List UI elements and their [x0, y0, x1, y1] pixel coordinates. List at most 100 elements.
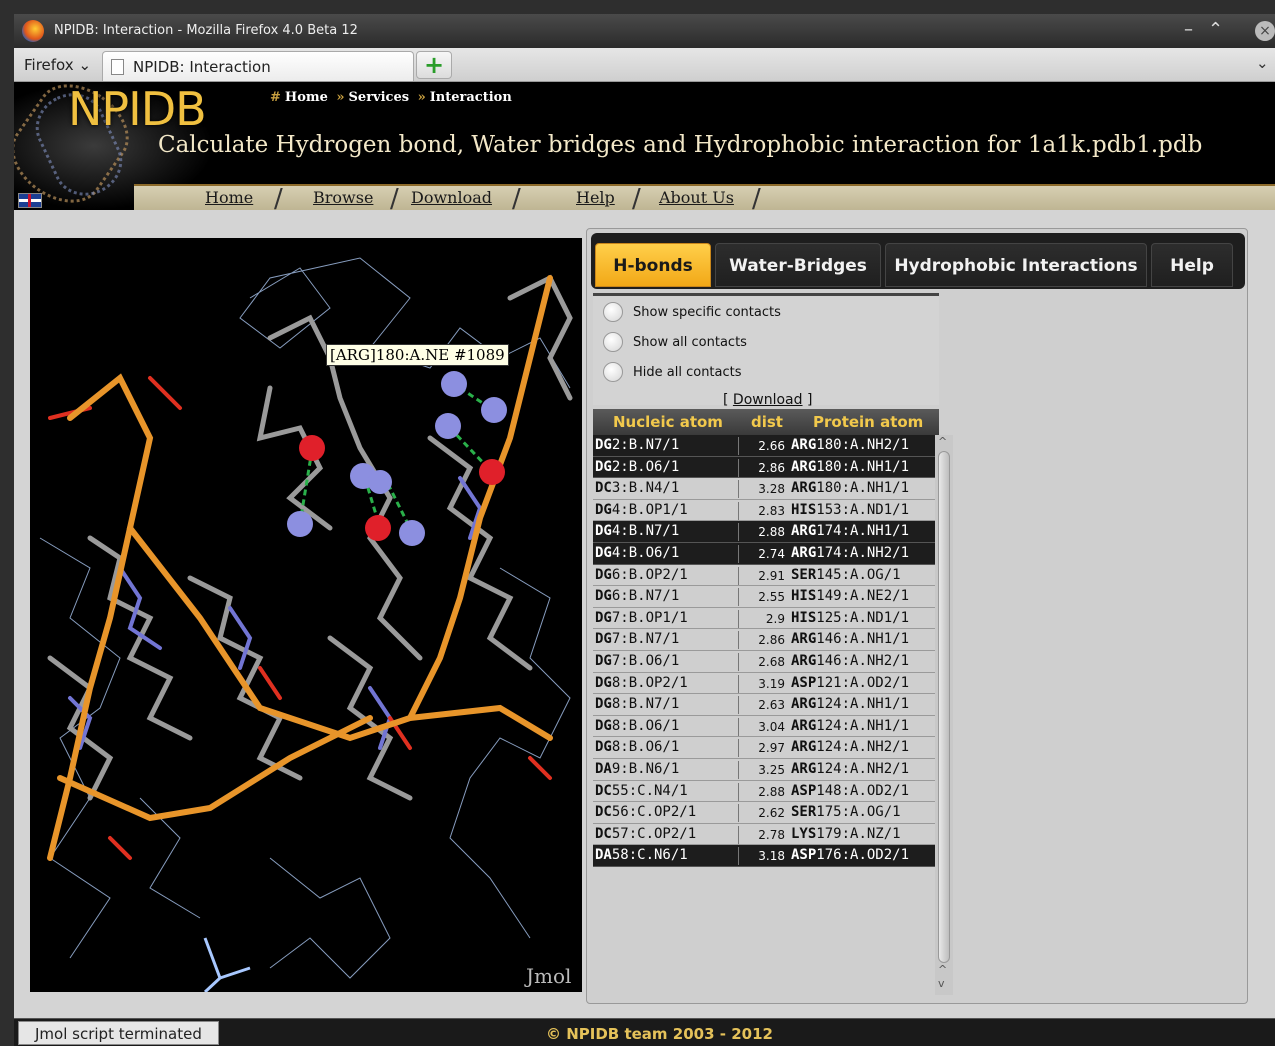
- status-bar: Jmol script terminated © NPIDB team 2003…: [14, 1018, 1275, 1046]
- download-link-text[interactable]: Download: [733, 392, 803, 408]
- scrollbar-thumb[interactable]: [938, 451, 950, 963]
- col-dist[interactable]: dist: [751, 413, 783, 431]
- dist-cell: 2.66: [758, 439, 785, 453]
- nav-help[interactable]: Help: [576, 188, 615, 207]
- site-logo[interactable]: NPIDB: [68, 82, 207, 136]
- table-row[interactable]: DG7:B.N7/1 2.86 ARG146:A.NH1/1: [593, 629, 939, 651]
- dist-cell: 3.18: [758, 849, 785, 864]
- dist-cell: 3.19: [758, 676, 785, 691]
- breadcrumb-home[interactable]: Home: [285, 90, 328, 105]
- option-hide-contacts[interactable]: Hide all contacts: [603, 362, 742, 382]
- tab-help[interactable]: Help: [1151, 243, 1233, 287]
- table-row[interactable]: DG7:B.O6/1 2.68 ARG146:A.NH2/1: [593, 651, 939, 673]
- nav-home[interactable]: Home: [205, 188, 253, 207]
- browser-tab[interactable]: NPIDB: Interaction: [102, 51, 414, 81]
- firefox-menu-button[interactable]: Firefox ⌄: [24, 56, 91, 74]
- nav-divider: /: [274, 184, 283, 214]
- table-row[interactable]: DG2:B.N7/1 2.66 ARG180:A.NH2/1: [593, 435, 939, 457]
- option-all-contacts[interactable]: Show all contacts: [603, 332, 747, 352]
- scroll-up-icon[interactable]: ^: [938, 963, 947, 976]
- radio-button[interactable]: [603, 332, 623, 352]
- table-row[interactable]: DG4:B.N7/1 2.88 ARG174:A.NH1/1: [593, 521, 939, 543]
- nav-browse[interactable]: Browse: [313, 188, 373, 207]
- table-row[interactable]: DG4:B.OP1/1 2.83 HIS153:A.ND1/1: [593, 500, 939, 522]
- nucleic-atom-cell: DG8:B.N7/1: [595, 696, 739, 715]
- nav-about-us[interactable]: About Us: [659, 188, 734, 207]
- nucleic-atom-cell: DG7:B.OP1/1: [595, 609, 739, 628]
- protein-atom-cell: ARG146:A.NH1/1: [791, 631, 910, 648]
- site-header: NPIDB # Home » Services » Interaction Calcu…: [14, 82, 1275, 220]
- site-footer: © NPIDB team 2003 - 2012: [546, 1025, 773, 1043]
- protein-atom-cell: ASP176:A.OD2/1: [791, 847, 910, 864]
- protein-atom-cell: ARG180:A.NH2/1: [791, 437, 910, 453]
- dist-cell: 3.25: [758, 762, 785, 777]
- table-row[interactable]: DC57:C.OP2/1 2.78 LYS179:A.NZ/1: [593, 824, 939, 846]
- nucleic-atom-cell: DG4:B.O6/1: [595, 544, 739, 563]
- tab-water-bridges[interactable]: Water-Bridges: [715, 243, 881, 287]
- dist-cell: 3.28: [758, 482, 785, 497]
- page-title: Calculate Hydrogen bond, Water bridges a…: [158, 132, 1203, 158]
- table-row[interactable]: DG2:B.O6/1 2.86 ARG180:A.NH1/1: [593, 456, 939, 479]
- panel-tabbar: H-bonds Water-Bridges Hydrophobic Intera…: [591, 233, 1245, 289]
- breadcrumb-interaction[interactable]: Interaction: [430, 90, 512, 105]
- radio-button[interactable]: [603, 302, 623, 322]
- nucleic-atom-cell: DC3:B.N4/1: [595, 480, 739, 499]
- jmol-viewer[interactable]: [ARG]180:A.NE #1089 Jmol: [30, 238, 582, 992]
- breadcrumb: # Home » Services » Interaction: [270, 90, 512, 105]
- breadcrumb-services[interactable]: Services: [349, 90, 410, 105]
- protein-atom-cell: ARG174:A.NH2/1: [791, 544, 910, 561]
- dist-cell: 2.78: [758, 827, 785, 842]
- scroll-up-icon[interactable]: ^: [938, 435, 947, 448]
- protein-atom-cell: ARG124:A.NH2/1: [791, 760, 910, 777]
- close-button[interactable]: ×: [1255, 21, 1275, 41]
- main-nav: Home / Browse / Download / Help / About …: [134, 184, 1275, 214]
- col-nucleic-atom[interactable]: Nucleic atom: [613, 413, 723, 431]
- table-row[interactable]: DG8:B.O6/1 2.97 ARG124:A.NH2/1: [593, 737, 939, 759]
- table-row[interactable]: DG8:B.N7/1 2.63 ARG124:A.NH1/1: [593, 694, 939, 716]
- maximize-button[interactable]: ⌃: [1208, 19, 1223, 40]
- tab-hydrophobic-interactions[interactable]: Hydrophobic Interactions: [885, 243, 1147, 287]
- contact-options: Show specific contacts Show all contacts…: [593, 293, 939, 408]
- table-row[interactable]: DC56:C.OP2/1 2.62 SER175:A.OG/1: [593, 802, 939, 824]
- nav-divider: /: [512, 184, 521, 214]
- download-link[interactable]: [ Download ]: [723, 392, 812, 408]
- table-row[interactable]: DC55:C.N4/1 2.88 ASP148:A.OD2/1: [593, 781, 939, 803]
- protein-atom-cell: SER145:A.OG/1: [791, 566, 901, 583]
- dist-cell: 2.74: [758, 546, 785, 561]
- protein-atom-cell: ASP121:A.OD2/1: [791, 674, 910, 691]
- nucleic-atom-cell: DC56:C.OP2/1: [595, 804, 739, 823]
- new-tab-button[interactable]: +: [416, 51, 452, 79]
- table-row[interactable]: DG6:B.OP2/1 2.91 SER145:A.OG/1: [593, 565, 939, 587]
- atom-hover-label: [ARG]180:A.NE #1089: [326, 344, 509, 366]
- option-specific-contacts[interactable]: Show specific contacts: [603, 302, 781, 322]
- tab-h-bonds[interactable]: H-bonds: [595, 243, 711, 287]
- col-protein-atom[interactable]: Protein atom: [813, 413, 923, 431]
- interaction-panel: H-bonds Water-Bridges Hydrophobic Intera…: [586, 228, 1248, 1004]
- table-row[interactable]: DA9:B.N6/1 3.25 ARG124:A.NH2/1: [593, 759, 939, 781]
- option-label: Show all contacts: [633, 334, 747, 350]
- nucleic-atom-cell: DG7:B.O6/1: [595, 652, 739, 671]
- table-row[interactable]: DA58:C.N6/1 3.18 ASP176:A.OD2/1: [593, 845, 939, 867]
- nucleic-atom-cell: DG8:B.O6/1: [595, 717, 739, 736]
- table-row[interactable]: DG8:B.OP2/1 3.19 ASP121:A.OD2/1: [593, 673, 939, 695]
- nav-divider: /: [752, 184, 761, 214]
- table-row[interactable]: DG6:B.N7/1 2.55 HIS149:A.NE2/1: [593, 586, 939, 608]
- nucleic-atom-cell: DG4:B.N7/1: [595, 523, 739, 542]
- table-row[interactable]: DG4:B.O6/1 2.74 ARG174:A.NH2/1: [593, 542, 939, 565]
- table-row[interactable]: DG7:B.OP1/1 2.9 HIS125:A.ND1/1: [593, 608, 939, 630]
- dist-cell: 2.62: [758, 806, 785, 821]
- tab-list-chevron-icon[interactable]: ⌄: [1256, 54, 1269, 72]
- nucleic-atom-cell: DG4:B.OP1/1: [595, 501, 739, 520]
- table-row[interactable]: DG8:B.O6/1 3.04 ARG124:A.NH1/1: [593, 716, 939, 738]
- minimize-button[interactable]: –: [1184, 19, 1193, 40]
- dist-cell: 2.63: [758, 698, 785, 713]
- language-flag-icon[interactable]: [18, 193, 42, 208]
- nucleic-atom-cell: DC57:C.OP2/1: [595, 825, 739, 844]
- radio-button[interactable]: [603, 362, 623, 382]
- nav-download[interactable]: Download: [411, 188, 492, 207]
- table-body: DG2:B.N7/1 2.66 ARG180:A.NH2/1 DG2:B.O6/1 2.…: [593, 435, 939, 875]
- table-row[interactable]: DC3:B.N4/1 3.28 ARG180:A.NH1/1: [593, 478, 939, 500]
- table-scrollbar[interactable]: ^ ^ v: [935, 435, 953, 995]
- protein-atom-cell: ARG180:A.NH1/1: [791, 458, 910, 475]
- scroll-down-icon[interactable]: v: [938, 977, 945, 990]
